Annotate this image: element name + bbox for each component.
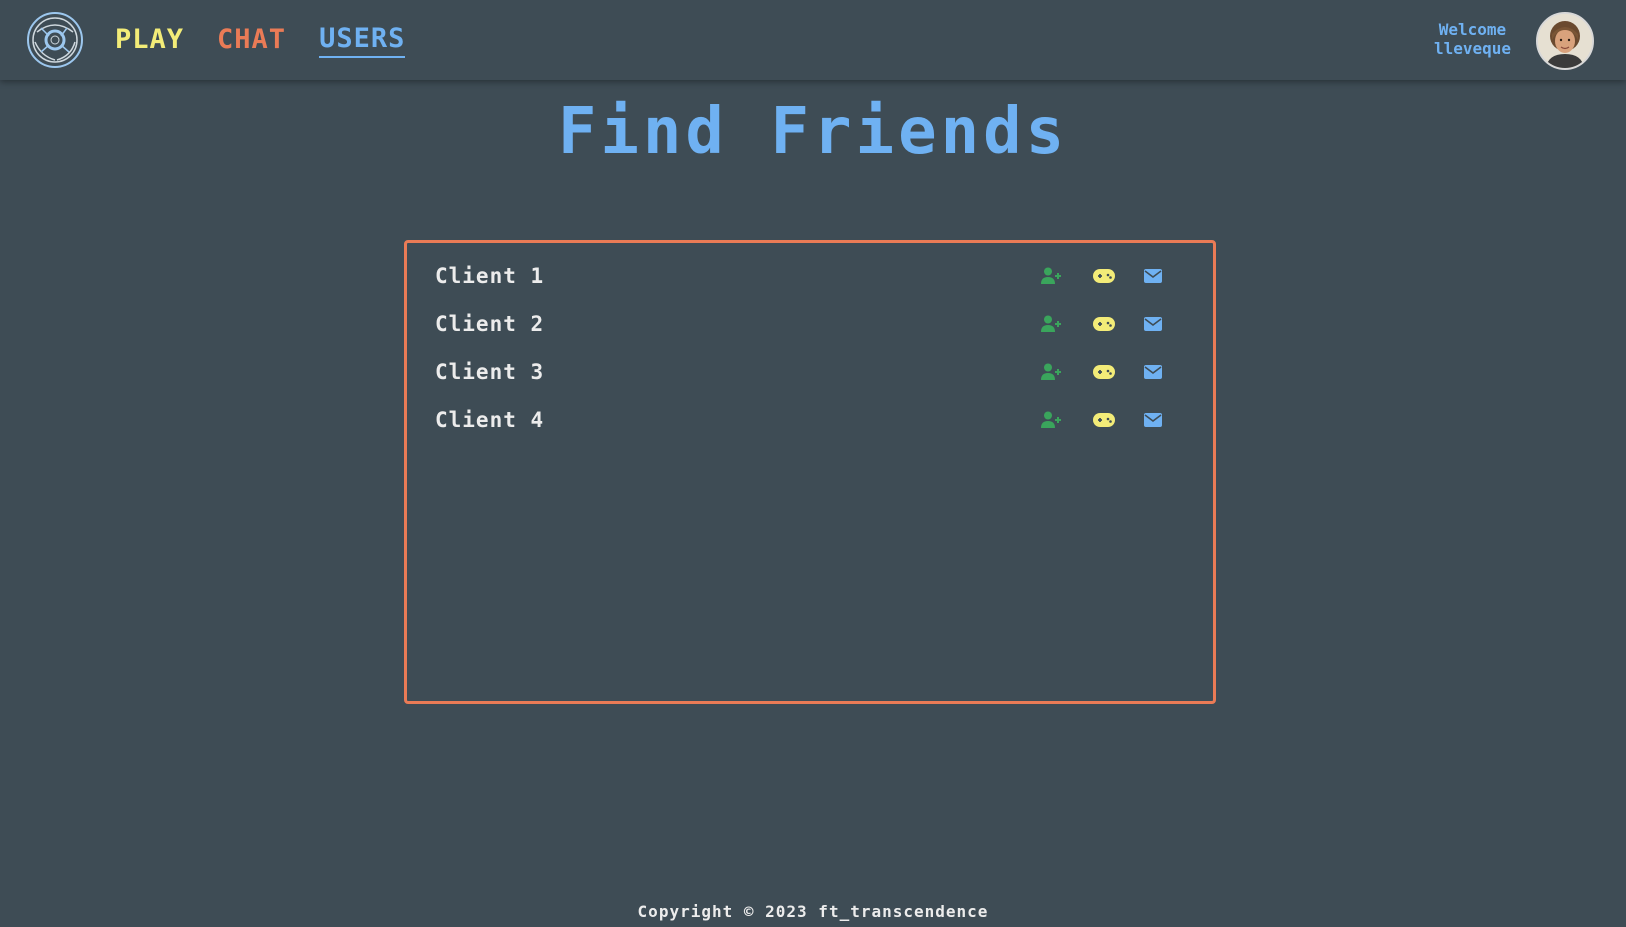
welcome-message: Welcome lleveque <box>1434 20 1511 58</box>
avatar[interactable] <box>1536 12 1594 70</box>
envelope-icon[interactable] <box>1140 359 1166 385</box>
user-name[interactable]: Client 1 <box>435 264 544 288</box>
navbar: PLAY CHAT USERS Welcome lleveque <box>0 0 1626 80</box>
list-item: Client 1 <box>407 258 1213 294</box>
footer-copyright: Copyright © 2023 ft_transcendence <box>637 902 989 921</box>
page-title: Find Friends <box>557 95 1069 169</box>
envelope-icon[interactable] <box>1140 311 1166 337</box>
gamepad-icon[interactable] <box>1091 311 1117 337</box>
list-item: Client 2 <box>407 306 1213 342</box>
add-friend-icon[interactable] <box>1039 407 1065 433</box>
main-nav: PLAY CHAT USERS <box>115 20 438 60</box>
envelope-icon[interactable] <box>1140 263 1166 289</box>
list-item: Client 4 <box>407 402 1213 438</box>
list-item: Client 3 <box>407 354 1213 390</box>
user-name[interactable]: Client 4 <box>435 408 544 432</box>
gamepad-icon[interactable] <box>1091 263 1117 289</box>
envelope-icon[interactable] <box>1140 407 1166 433</box>
gamepad-icon[interactable] <box>1091 407 1117 433</box>
gamepad-icon[interactable] <box>1091 359 1117 385</box>
user-name[interactable]: Client 3 <box>435 360 544 384</box>
nav-play-link[interactable]: PLAY <box>115 24 184 57</box>
add-friend-icon[interactable] <box>1039 263 1065 289</box>
users-list: Client 1 Client 2 Client 3 Client 4 <box>404 240 1216 704</box>
add-friend-icon[interactable] <box>1039 359 1065 385</box>
nav-users-link[interactable]: USERS <box>319 23 406 58</box>
username-label: lleveque <box>1433 39 1511 58</box>
welcome-label: Welcome <box>1438 20 1507 39</box>
add-friend-icon[interactable] <box>1039 311 1065 337</box>
logo-icon[interactable] <box>27 12 83 68</box>
nav-chat-link[interactable]: CHAT <box>217 24 286 57</box>
user-name[interactable]: Client 2 <box>435 312 544 336</box>
